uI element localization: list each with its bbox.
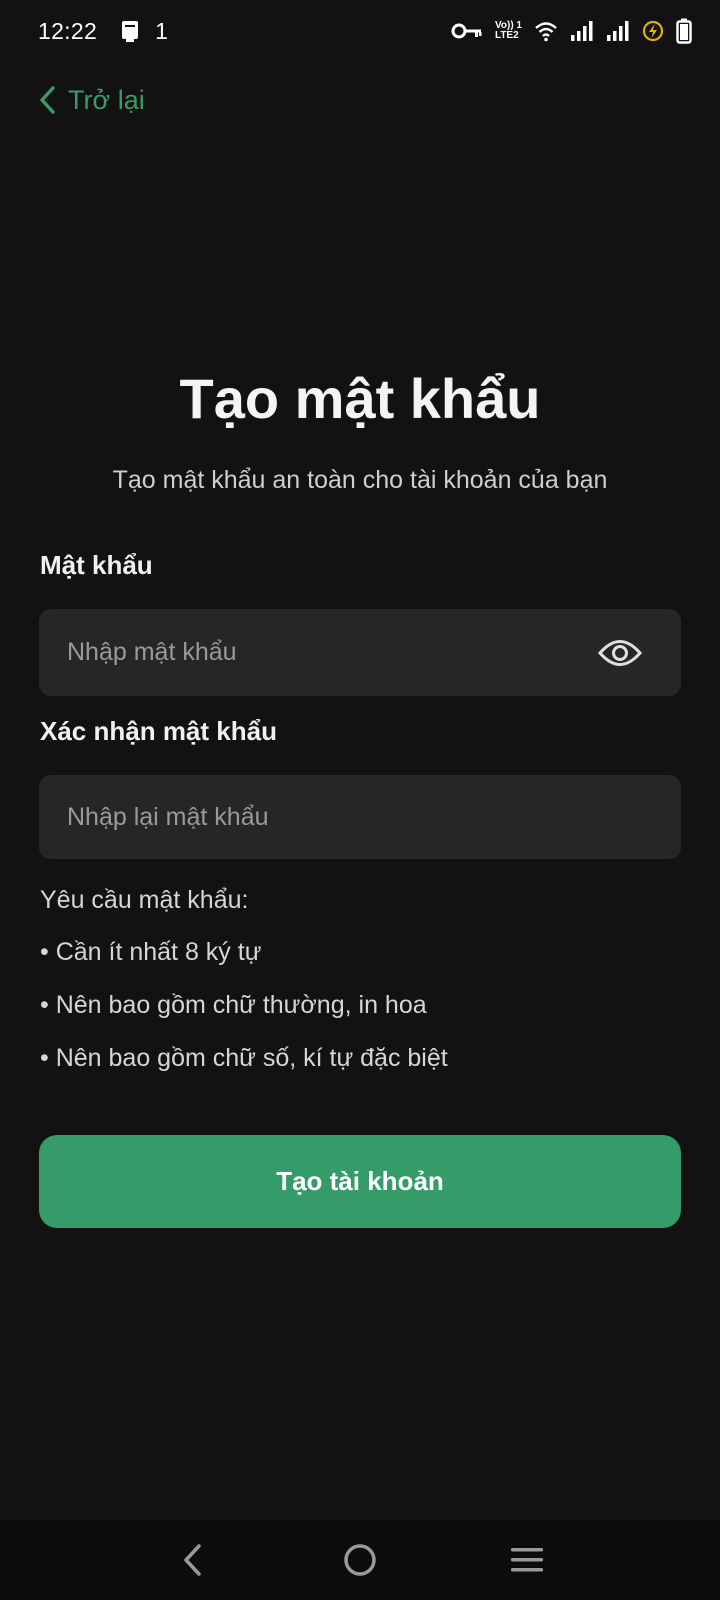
requirement-item: Nên bao gồm chữ số, kí tự đặc biệt — [40, 1044, 448, 1097]
chevron-left-icon — [38, 85, 56, 115]
requirements-title: Yêu cầu mật khẩu: — [40, 886, 249, 914]
clipboard-icon — [119, 19, 141, 43]
page-title: Tạo mật khẩu — [179, 367, 541, 430]
back-button[interactable]: Trở lại — [38, 82, 145, 118]
confirm-password-field — [39, 775, 681, 859]
volte-indicator: Vo)) 1 LTE2 — [495, 21, 522, 41]
nav-back-button[interactable] — [163, 1530, 223, 1590]
page-subtitle: Tạo mật khẩu an toàn cho tài khoản của b… — [112, 466, 608, 494]
charging-icon — [642, 20, 664, 42]
nav-back-icon — [184, 1544, 202, 1576]
requirement-item: Nên bao gồm chữ thường, in hoa — [40, 991, 448, 1044]
nav-menu-button[interactable] — [497, 1530, 557, 1590]
lte-label: LTE2 — [494, 30, 519, 41]
battery-icon — [676, 18, 692, 44]
status-time: 12:22 — [38, 17, 98, 44]
screen: 12:22 1 Vo)) 1 LTE2 Trở lại Tạo mật khẩu… — [0, 0, 720, 1600]
menu-icon — [510, 1548, 543, 1572]
signal-icon — [570, 20, 594, 42]
notification-count: 1 — [155, 17, 169, 44]
notification-icons: 1 — [119, 18, 168, 45]
show-password-toggle[interactable] — [597, 633, 643, 673]
confirm-password-input[interactable] — [67, 802, 653, 832]
password-field — [39, 609, 681, 696]
eye-icon — [598, 638, 642, 668]
password-input[interactable] — [67, 638, 597, 667]
password-label: Mật khẩu — [40, 550, 153, 580]
key-icon — [451, 21, 483, 41]
requirement-item: Cần ít nhất 8 ký tự — [40, 938, 448, 991]
signal-icon — [606, 20, 630, 42]
status-bar: 12:22 1 Vo)) 1 LTE2 — [0, 0, 720, 62]
requirements-list: Cần ít nhất 8 ký tự Nên bao gồm chữ thườ… — [40, 938, 448, 1097]
nav-home-button[interactable] — [330, 1530, 390, 1590]
wifi-icon — [534, 20, 558, 42]
create-account-button[interactable]: Tạo tài khoản — [39, 1135, 681, 1228]
status-left: 12:22 1 — [38, 18, 168, 45]
status-right: Vo)) 1 LTE2 — [451, 18, 692, 44]
system-nav-bar — [0, 1520, 720, 1600]
confirm-password-label: Xác nhận mật khẩu — [40, 716, 277, 746]
back-label: Trở lại — [68, 84, 145, 115]
home-circle-icon — [344, 1544, 376, 1576]
